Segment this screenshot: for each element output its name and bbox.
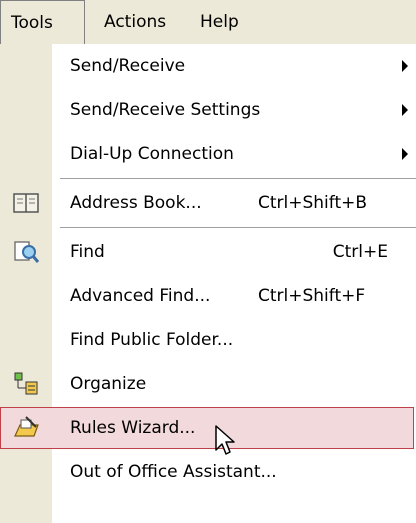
menu-item-advanced-find[interactable]: Advanced Find... Ctrl+Shift+F [0,274,416,318]
submenu-arrow-icon [402,104,408,116]
organize-icon [14,372,38,395]
menu-item-label: Send/Receive Settings [70,100,261,120]
menu-actions[interactable]: Actions [104,0,166,44]
submenu-arrow-icon [402,60,408,72]
menu-item-address-book[interactable]: Address Book... Ctrl+Shift+B [0,181,416,225]
menu-item-label: Address Book... [70,193,202,213]
menu-tools-label: Tools [11,13,53,33]
tools-dropdown-menu: Send/Receive Send/Receive Settings Dial-… [0,44,416,523]
menu-item-label: Organize [70,374,147,394]
menu-item-rules-wizard[interactable]: Rules Wizard... [0,406,416,450]
menu-item-label: Rules Wizard... [70,418,196,438]
find-icon [14,241,40,263]
mouse-cursor-icon [215,425,235,455]
menu-help[interactable]: Help [200,0,239,44]
menu-item-shortcut: Ctrl+E [332,242,388,262]
menu-item-highlight [0,407,414,449]
submenu-arrow-icon [402,148,408,160]
menu-item-send-receive[interactable]: Send/Receive [0,44,416,88]
menu-item-find-public-folder[interactable]: Find Public Folder... [0,318,416,362]
menu-item-out-of-office-assistant[interactable]: Out of Office Assistant... [0,450,416,494]
menu-item-label: Find [70,242,105,262]
menu-bar: Tools Actions Help [0,0,416,46]
menu-item-shortcut: Ctrl+Shift+B [258,193,368,213]
menu-separator [60,178,416,179]
menu-item-send-receive-settings[interactable]: Send/Receive Settings [0,88,416,132]
menu-item-find[interactable]: Find Ctrl+E [0,230,416,274]
menu-item-label: Dial-Up Connection [70,144,234,164]
menu-item-label: Advanced Find... [70,286,211,306]
menu-item-label: Send/Receive [70,56,186,76]
menu-item-shortcut: Ctrl+Shift+F [258,286,366,306]
menu-item-organize[interactable]: Organize [0,362,416,406]
address-book-icon [13,193,39,213]
menu-actions-label: Actions [104,12,167,32]
menu-item-dial-up-connection[interactable]: Dial-Up Connection [0,132,416,176]
menu-item-label: Find Public Folder... [70,330,234,350]
menu-help-label: Help [200,12,239,32]
rules-wizard-icon [14,416,39,437]
menu-separator [60,227,416,228]
menu-tools[interactable]: Tools [0,0,85,46]
menu-item-label: Out of Office Assistant... [70,462,277,482]
